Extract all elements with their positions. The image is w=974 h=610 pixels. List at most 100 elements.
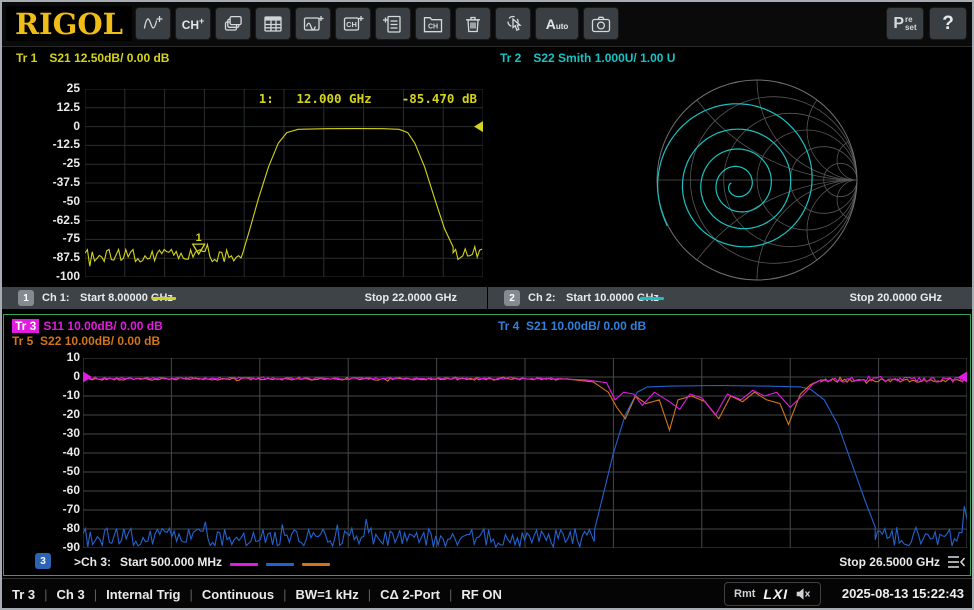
delete-icon [462, 13, 484, 35]
meas-table-icon [262, 13, 284, 35]
channel2-badge[interactable]: 2 [504, 290, 520, 306]
channel3-strip: 3 >Ch 3: Start 500.000 MHz Stop 26.5000 … [4, 551, 970, 573]
trace5-scale: 10.00dB/ 0.00 dB [65, 334, 160, 348]
smith-grid [657, 75, 862, 285]
status-item: Internal Trig [106, 587, 180, 602]
trace3-scale: 10.00dB/ 0.00 dB [67, 319, 162, 333]
touch-icon [502, 13, 524, 35]
status-item: Continuous [202, 587, 274, 602]
status-separator: | [44, 587, 47, 602]
grid [85, 89, 483, 277]
trace5-header[interactable]: Tr 5 S22 10.00dB/ 0.00 dB [12, 334, 160, 348]
channel-window-button[interactable]: CH [335, 7, 371, 40]
marker1-readout: 1: 12.000 GHz -85.470 dB [259, 91, 478, 106]
smith-chart-plot[interactable] [652, 75, 862, 285]
status-separator: | [368, 587, 371, 602]
trace5-label: Tr 5 [12, 334, 33, 348]
recall-channel-button[interactable]: CH [415, 7, 451, 40]
status-item: Ch 3 [57, 587, 85, 602]
toolbar: RIGOL CH+CHCHAuto P re set ? [2, 2, 972, 47]
lxi-indicator: LXI [763, 586, 788, 602]
trace3-header[interactable]: Tr 3 S11 10.00dB/ 0.00 dB [12, 319, 163, 333]
trace2-param: S22 Smith [533, 51, 591, 65]
trace4-header[interactable]: Tr 4 S21 10.00dB/ 0.00 dB [498, 319, 646, 333]
trace1-param: S21 [49, 51, 70, 65]
trace1-color-swatch [152, 297, 176, 300]
y-axis-tick: 0 [20, 119, 80, 133]
y-axis-tick: 12.5 [20, 100, 80, 114]
trace4-color-swatch [266, 563, 294, 566]
marker1-label: 1 [196, 232, 202, 244]
channel3-label: >Ch 3: [74, 555, 111, 569]
y-axis-tick: -50 [20, 194, 80, 208]
channel3-start: Start 500.000 MHz [120, 555, 222, 569]
y-axis-tick: -87.5 [20, 250, 80, 264]
preset-button[interactable]: P re set [886, 7, 924, 40]
trace-window-icon [302, 13, 324, 35]
trace-window-button[interactable] [295, 7, 331, 40]
speaker-muted-icon[interactable] [796, 588, 811, 600]
trace4-label: Tr 4 [498, 319, 519, 333]
y-axis-tick: -12.5 [20, 137, 80, 151]
trace2-scale: 1.000U/ 1.00 U [595, 51, 676, 65]
screenshot-icon [590, 13, 612, 35]
tr5-s22-trace [83, 377, 965, 430]
trace5-color-swatch [302, 563, 330, 566]
trace5-param: S22 [40, 334, 61, 348]
toolbar-buttons: CH+ CH CH Auto [135, 7, 619, 40]
tr2-s22-trace [658, 104, 812, 247]
menu-collapse-button[interactable] [946, 554, 966, 570]
touch-button[interactable] [495, 7, 531, 40]
status-items: Tr 3 | Ch 3 | Internal Trig | Continuous | BW=1 … [12, 579, 502, 609]
window-layout-icon [222, 13, 244, 35]
y-axis-tick: 25 [20, 81, 80, 95]
trace2-color-swatch [640, 297, 664, 300]
trace4-param: S21 [526, 319, 547, 333]
channel-window-icon: CH [342, 13, 364, 35]
marker1-symbol[interactable] [193, 244, 205, 254]
screenshot-button[interactable] [583, 7, 619, 40]
trace2-label: Tr 2 [500, 51, 521, 65]
help-button[interactable]: ? [929, 7, 967, 40]
remote-indicator: Rmt [734, 588, 755, 600]
channel1-badge[interactable]: 1 [18, 290, 34, 306]
status-separator: | [189, 587, 192, 602]
meas-table-button[interactable] [255, 7, 291, 40]
channel2-strip[interactable]: 2 Ch 2: Start 10.0000 GHz Stop 20.0000 G… [488, 287, 972, 309]
status-separator: | [94, 587, 97, 602]
channel2-stop: Stop 20.0000 GHz [850, 292, 942, 304]
instrument-screen: RIGOL CH+CHCHAuto P re set ? Tr 1S21 12.… [0, 0, 974, 610]
channel3-badge[interactable]: 3 [35, 553, 51, 569]
trace4-scale: 10.00dB/ 0.00 dB [551, 319, 646, 333]
add-channel-button[interactable]: CH+ [175, 7, 211, 40]
recall-channel-icon: CH [422, 13, 444, 35]
preset-label: P [893, 15, 904, 33]
trace1-header[interactable]: Tr 1S21 12.50dB/ 0.00 dB [16, 51, 169, 65]
reference-level-arrow[interactable] [83, 372, 92, 383]
save-trace-icon [382, 13, 404, 35]
status-item: CΔ 2-Port [380, 587, 440, 602]
window-layout-button[interactable] [215, 7, 251, 40]
trace3-color-swatch [230, 563, 258, 566]
channel2-label: Ch 2: [528, 292, 556, 304]
datetime-display: 2025-08-13 15:22:43 [842, 586, 964, 601]
channel1-strip[interactable]: 1 Ch 1: Start 8.00000 GHz Stop 22.0000 G… [2, 287, 487, 309]
add-trace-button[interactable] [135, 7, 171, 40]
ch3-plot[interactable] [83, 358, 967, 548]
delete-button[interactable] [455, 7, 491, 40]
trace1-label: Tr 1 [16, 51, 37, 65]
status-item: BW=1 kHz [295, 587, 358, 602]
trace1-plot[interactable]: 1 1: 12.000 GHz -85.470 dB [85, 89, 483, 277]
auto-scale-button[interactable]: Auto [535, 7, 579, 40]
save-trace-button[interactable] [375, 7, 411, 40]
status-item: RF ON [461, 587, 501, 602]
trace3-active-chip: Tr 3 [12, 319, 39, 333]
status-item: Tr 3 [12, 587, 35, 602]
add-trace-icon [142, 13, 164, 35]
trace2-header[interactable]: Tr 2 S22 Smith 1.000U/ 1.00 U [500, 51, 675, 65]
reference-level-arrow[interactable] [474, 121, 483, 132]
trace3-param: S11 [43, 319, 64, 333]
y-axis-tick: -37.5 [20, 175, 80, 189]
y-axis-tick: -100 [20, 269, 80, 283]
grid [83, 358, 967, 548]
